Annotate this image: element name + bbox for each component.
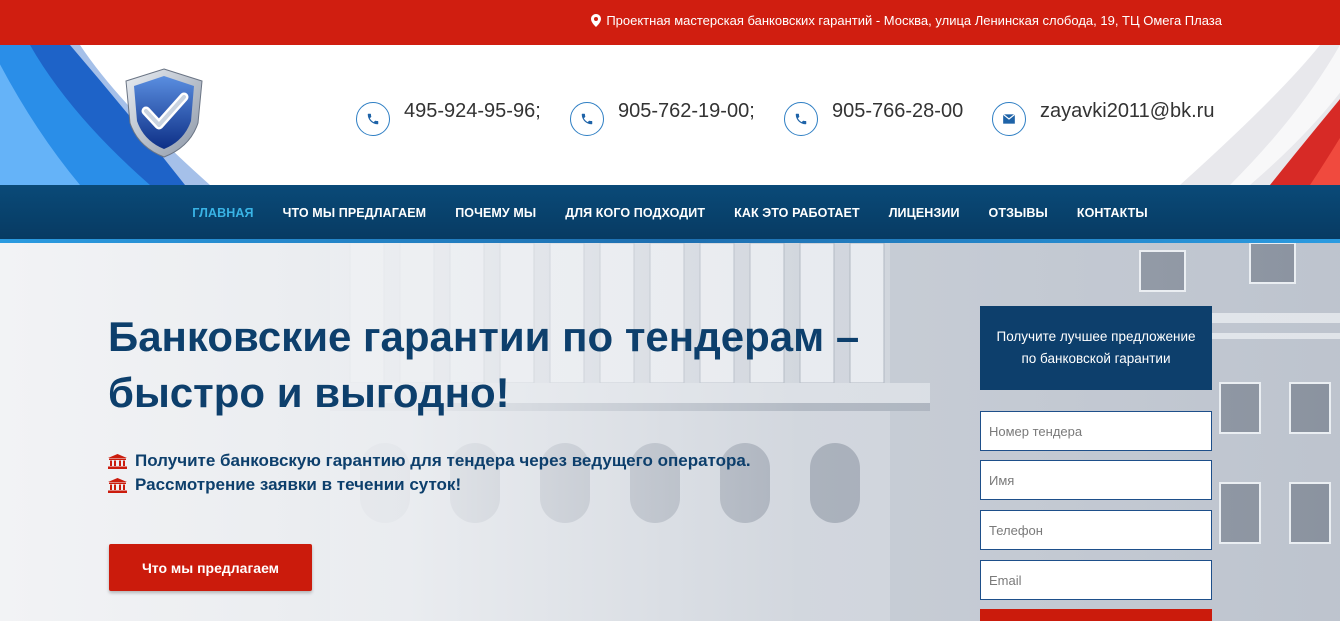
phone-icon-wrap (570, 102, 604, 136)
hero-title-line-2: быстро и выгодно! (108, 369, 510, 416)
phone-input[interactable] (980, 510, 1212, 550)
email-address[interactable]: zayavki2011@bk.ru (1040, 100, 1214, 123)
site-header: 495-924-95-96; 905-762-19-00; 905-766-28… (0, 45, 1340, 185)
hero-title-line-1: Банковские гарантии по тендерам – (108, 313, 860, 360)
address-line: Проектная мастерская банковских гарантий… (591, 13, 1222, 28)
form-submit-button[interactable] (980, 609, 1212, 621)
bullet-text-2: Рассмотрение заявки в течении суток! (135, 475, 462, 494)
nav-item-home[interactable]: ГЛАВНАЯ (178, 206, 268, 220)
map-pin-icon (591, 14, 602, 27)
nav-item-licenses[interactable]: ЛИЦЕНЗИИ (874, 206, 974, 220)
top-bar: Проектная мастерская банковских гарантий… (0, 0, 1340, 45)
nav-item-how-it-works[interactable]: КАК ЭТО РАБОТАЕТ (720, 206, 875, 220)
form-heading: Получите лучшее предложение по банковско… (980, 306, 1212, 390)
bank-icon (108, 453, 127, 469)
phone-number-3[interactable]: 905-766-28-00 (832, 100, 963, 123)
hero-bullets: Получите банковскую гарантию для тендера… (108, 449, 751, 497)
bank-icon (108, 477, 127, 493)
phone-number-1[interactable]: 495-924-95-96; (404, 100, 541, 123)
nav-item-offer[interactable]: ЧТО МЫ ПРЕДЛАГАЕМ (268, 206, 441, 220)
hero-title: Банковские гарантии по тендерам – быстро… (108, 309, 928, 421)
phone-icon (795, 113, 807, 125)
address-text: Проектная мастерская банковских гарантий… (606, 13, 1222, 28)
main-nav: ГЛАВНАЯ ЧТО МЫ ПРЕДЛАГАЕМ ПОЧЕМУ МЫ ДЛЯ … (0, 185, 1340, 241)
phone-contact-1[interactable]: 495-924-95-96; (356, 100, 541, 136)
phone-icon (367, 113, 379, 125)
tender-number-input[interactable] (980, 411, 1212, 451)
nav-item-contacts[interactable]: КОНТАКТЫ (1062, 206, 1162, 220)
list-item: Рассмотрение заявки в течении суток! (108, 473, 751, 497)
hero-section: Банковские гарантии по тендерам – быстро… (0, 243, 1340, 621)
list-item: Получите банковскую гарантию для тендера… (108, 449, 751, 473)
nav-item-reviews[interactable]: ОТЗЫВЫ (974, 206, 1062, 220)
nav-item-for-whom[interactable]: ДЛЯ КОГО ПОДХОДИТ (551, 206, 720, 220)
bullet-text-1: Получите банковскую гарантию для тендера… (135, 451, 751, 470)
envelope-icon (1002, 113, 1016, 124)
name-input[interactable] (980, 460, 1212, 500)
phone-icon (581, 113, 593, 125)
phone-contact-2[interactable]: 905-762-19-00; (570, 100, 755, 136)
offer-button[interactable]: Что мы предлагаем (109, 544, 312, 591)
email-input[interactable] (980, 560, 1212, 600)
shield-check-logo[interactable] (124, 67, 204, 159)
phone-number-2[interactable]: 905-762-19-00; (618, 100, 755, 123)
email-contact[interactable]: zayavki2011@bk.ru (992, 100, 1214, 136)
phone-icon-wrap (784, 102, 818, 136)
phone-icon-wrap (356, 102, 390, 136)
nav-item-why-us[interactable]: ПОЧЕМУ МЫ (441, 206, 551, 220)
envelope-icon-wrap (992, 102, 1026, 136)
phone-contact-3[interactable]: 905-766-28-00 (784, 100, 963, 136)
